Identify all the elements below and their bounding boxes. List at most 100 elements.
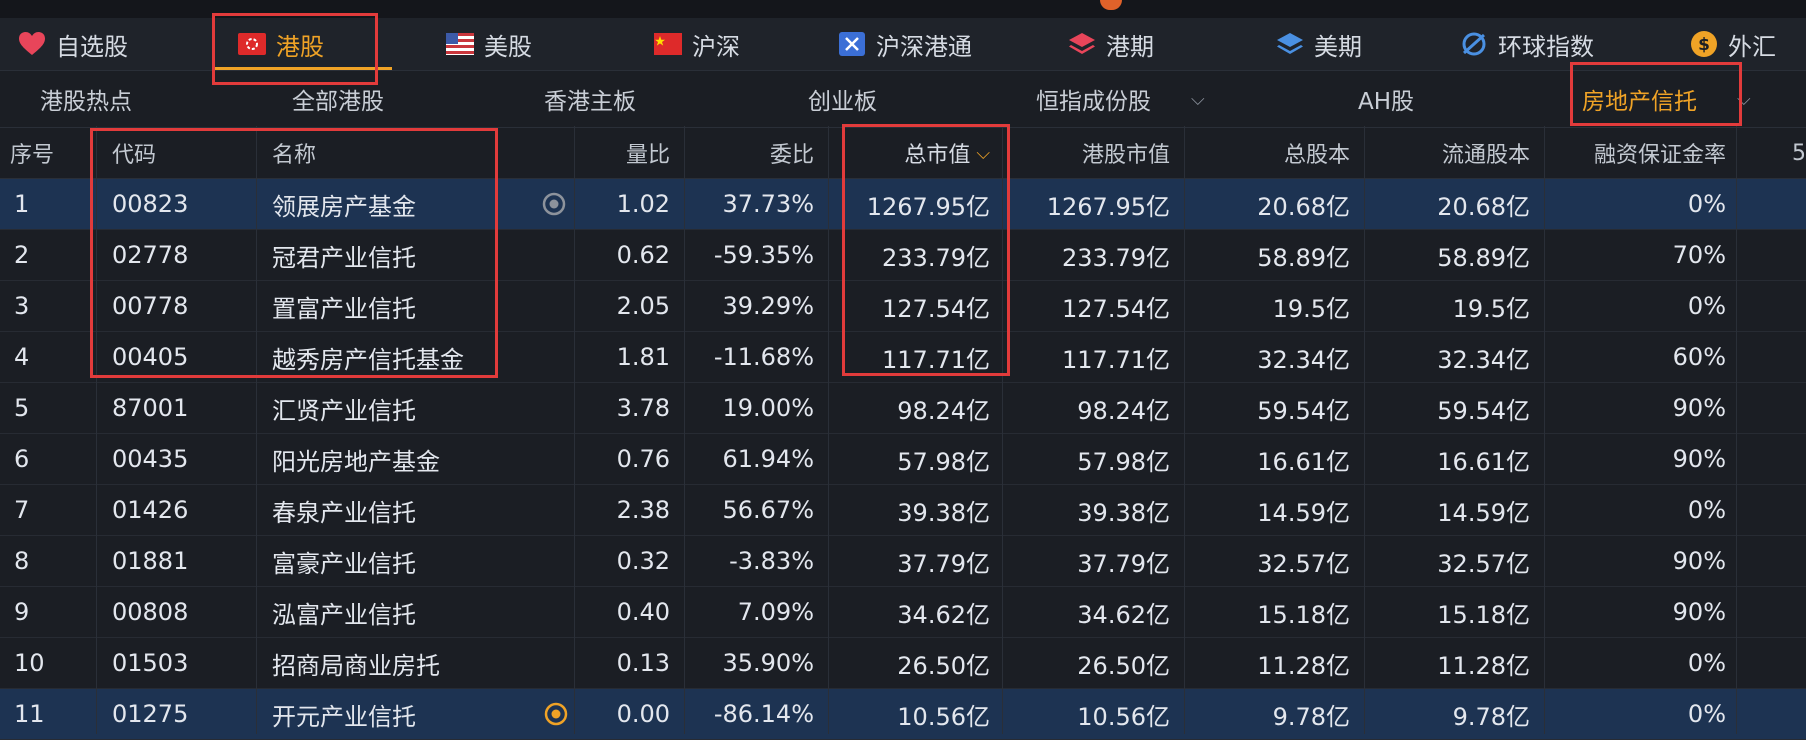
index-cell: 9 xyxy=(14,598,30,626)
subtab-ah-shares[interactable]: AH股 xyxy=(1358,71,1414,127)
sort-desc-icon: ⌵ xyxy=(976,142,990,164)
stock-table-body: 1 00823 领展房产基金 1.02 37.73% 1267.95亿 1267.95亿 20… xyxy=(0,179,1806,740)
volume-ratio-cell: 0.40 xyxy=(616,598,670,626)
table-row[interactable]: 7 01426 春泉产业信托 2.38 56.67% 39.38亿 39.38亿 14.59亿… xyxy=(0,485,1806,536)
column-divider xyxy=(256,126,257,734)
float-shares-cell: 32.34亿 xyxy=(1437,345,1530,374)
name-cell: 冠君产业信托 xyxy=(272,243,416,272)
col-name[interactable]: 名称 xyxy=(272,128,472,178)
code-cell: 00435 xyxy=(112,445,189,473)
col-total-shares[interactable]: 总股本 xyxy=(1196,128,1350,178)
table-row[interactable]: 10 01503 招商局商业房托 0.13 35.90% 26.50亿 26.50亿 11.2… xyxy=(0,638,1806,689)
name-cell: 领展房产基金 xyxy=(272,192,416,221)
table-row[interactable]: 9 00808 泓富产业信托 0.40 7.09% 34.62亿 34.62亿 15.18亿 1… xyxy=(0,587,1806,638)
col-margin-rate[interactable]: 融资保证金率 xyxy=(1556,128,1726,178)
float-shares-cell: 32.57亿 xyxy=(1437,549,1530,578)
subtab-main-board[interactable]: 香港主板 xyxy=(544,71,636,127)
bid-ratio-cell: -3.83% xyxy=(729,547,814,575)
hk-market-cap-cell: 26.50亿 xyxy=(1077,651,1170,680)
market-cap-cell: 233.79亿 xyxy=(882,243,990,272)
connect-icon xyxy=(838,31,866,57)
tab-label: 自选股 xyxy=(56,32,128,61)
dollar-coin-icon: $ xyxy=(1690,31,1718,57)
col-code[interactable]: 代码 xyxy=(112,128,252,178)
index-cell: 10 xyxy=(14,649,45,677)
table-row[interactable]: 4 00405 越秀房产信托基金 1.81 -11.68% 117.71亿 117.71亿 3… xyxy=(0,332,1806,383)
market-cap-cell: 10.56亿 xyxy=(897,702,990,731)
name-cell: 置富产业信托 xyxy=(272,294,416,323)
tab-cn-stocks[interactable]: 沪深 xyxy=(654,18,740,70)
col-total-market-cap[interactable]: 总市值 ⌵ xyxy=(840,128,990,178)
chevron-down-icon[interactable]: ⌵ xyxy=(1737,89,1751,110)
tab-forex[interactable]: $ 外汇 xyxy=(1690,18,1776,70)
subtab-hk-hot[interactable]: 港股热点 xyxy=(40,71,132,127)
tab-label: 环球指数 xyxy=(1498,32,1594,61)
index-cell: 7 xyxy=(14,496,30,524)
table-row[interactable]: 5 87001 汇贤产业信托 3.78 19.00% 98.24亿 98.24亿 59.54亿… xyxy=(0,383,1806,434)
market-cap-cell: 117.71亿 xyxy=(882,345,990,374)
margin-rate-cell: 0% xyxy=(1687,700,1726,728)
tab-us-futures[interactable]: 美期 xyxy=(1276,18,1362,70)
name-cell: 汇贤产业信托 xyxy=(272,396,416,425)
float-shares-cell: 58.89亿 xyxy=(1437,243,1530,272)
table-row[interactable]: 1 00823 领展房产基金 1.02 37.73% 1267.95亿 1267.95亿 20… xyxy=(0,179,1806,230)
float-shares-cell: 20.68亿 xyxy=(1437,192,1530,221)
table-row[interactable]: 2 02778 冠君产业信托 0.62 -59.35% 233.79亿 233.79亿 58.… xyxy=(0,230,1806,281)
chevron-down-icon[interactable]: ⌵ xyxy=(1191,89,1205,110)
tab-label: 美股 xyxy=(484,32,532,61)
bid-ratio-cell: -59.35% xyxy=(713,241,814,269)
hk-market-cap-cell: 117.71亿 xyxy=(1062,345,1170,374)
subtab-reit[interactable]: 房地产信托 ⌵ xyxy=(1582,71,1751,127)
bid-ratio-cell: -11.68% xyxy=(713,343,814,371)
column-divider xyxy=(96,126,97,734)
code-cell: 01275 xyxy=(112,700,189,728)
table-header: 序号 代码 名称 量比 委比 总市值 ⌵ 港股市值 总股本 流通股本 融资保证金率… xyxy=(0,128,1806,179)
eye-icon[interactable] xyxy=(542,192,566,216)
code-cell: 01426 xyxy=(112,496,189,524)
col-hk-market-cap[interactable]: 港股市值 xyxy=(1006,128,1170,178)
tab-hk-futures[interactable]: 港期 xyxy=(1068,18,1154,70)
total-shares-cell: 15.18亿 xyxy=(1257,600,1350,629)
tab-global-index[interactable]: 环球指数 xyxy=(1460,18,1594,70)
table-row[interactable]: 11 01275 开元产业信托 0.00 -86.14% 10.56亿 10.56亿 9.78… xyxy=(0,689,1806,740)
margin-rate-cell: 60% xyxy=(1672,343,1726,371)
index-cell: 1 xyxy=(14,190,30,218)
code-cell: 00808 xyxy=(112,598,189,626)
col-bid-ratio[interactable]: 委比 xyxy=(686,128,814,178)
sub-tabs: 港股热点 全部港股 香港主板 创业板 恒指成份股 ⌵ AH股 房地产信托 ⌵ xyxy=(0,71,1806,128)
code-cell: 01881 xyxy=(112,547,189,575)
float-shares-cell: 9.78亿 xyxy=(1452,702,1530,731)
col-float-shares[interactable]: 流通股本 xyxy=(1376,128,1530,178)
float-shares-cell: 19.5亿 xyxy=(1452,294,1530,323)
tab-us-stocks[interactable]: 美股 xyxy=(446,18,532,70)
subtab-hsi-constituents[interactable]: 恒指成份股 ⌵ xyxy=(1036,71,1205,127)
tab-hk-stocks[interactable]: 港股 xyxy=(238,18,324,70)
tab-label: 沪深港通 xyxy=(876,32,972,61)
table-row[interactable]: 6 00435 阳光房地产基金 0.76 61.94% 57.98亿 57.98亿 16.61… xyxy=(0,434,1806,485)
index-cell: 2 xyxy=(14,241,30,269)
eye-active-icon[interactable] xyxy=(544,702,568,726)
float-shares-cell: 11.28亿 xyxy=(1437,651,1530,680)
volume-ratio-cell: 0.00 xyxy=(616,700,670,728)
column-divider xyxy=(1544,126,1545,734)
market-tabs: 自选股 港股 美股 沪深 沪深港通 港期 美期 环球指数 $ 外汇 xyxy=(0,18,1806,71)
total-shares-cell: 32.34亿 xyxy=(1257,345,1350,374)
table-row[interactable]: 3 00778 置富产业信托 2.05 39.29% 127.54亿 127.54亿 19.5… xyxy=(0,281,1806,332)
index-cell: 8 xyxy=(14,547,30,575)
float-shares-cell: 16.61亿 xyxy=(1437,447,1530,476)
market-cap-cell: 127.54亿 xyxy=(882,294,990,323)
tab-stock-connect[interactable]: 沪深港通 xyxy=(838,18,972,70)
hk-market-cap-cell: 233.79亿 xyxy=(1062,243,1170,272)
col-volume-ratio[interactable]: 量比 xyxy=(578,128,670,178)
total-shares-cell: 32.57亿 xyxy=(1257,549,1350,578)
table-row[interactable]: 8 01881 富豪产业信托 0.32 -3.83% 37.79亿 37.79亿 32.57亿… xyxy=(0,536,1806,587)
code-cell: 00823 xyxy=(112,190,189,218)
col-index[interactable]: 序号 xyxy=(10,128,90,178)
total-shares-cell: 59.54亿 xyxy=(1257,396,1350,425)
subtab-gem[interactable]: 创业板 xyxy=(808,71,877,127)
tab-watchlist[interactable]: 自选股 xyxy=(18,18,128,70)
subtab-all-hk[interactable]: 全部港股 xyxy=(292,71,384,127)
col-truncated[interactable]: 5 xyxy=(1792,128,1806,178)
float-shares-cell: 59.54亿 xyxy=(1437,396,1530,425)
name-cell: 越秀房产信托基金 xyxy=(272,345,464,374)
